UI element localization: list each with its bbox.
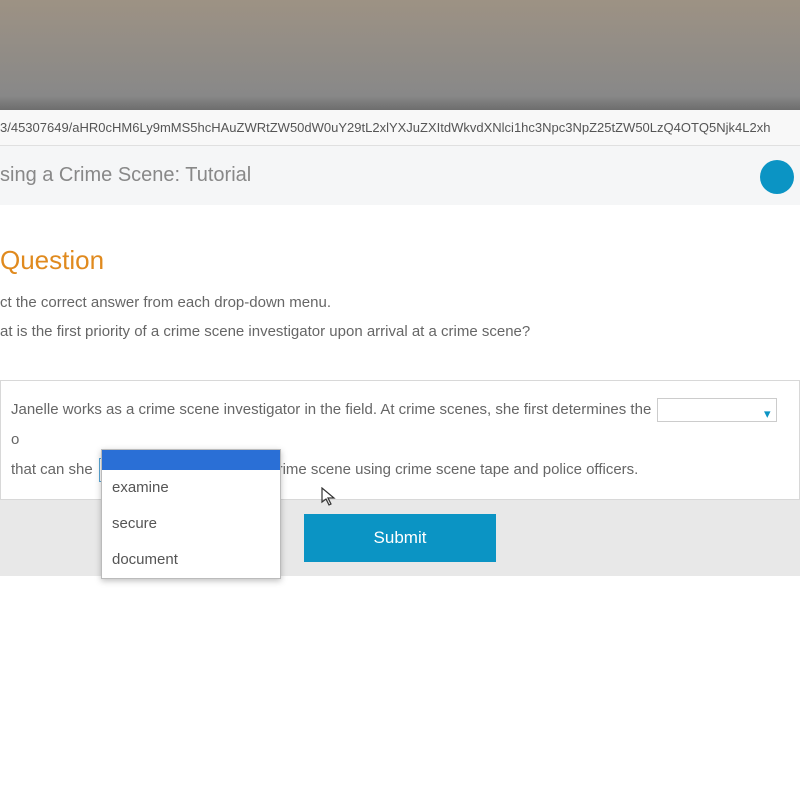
submit-button[interactable]: Submit xyxy=(304,514,497,562)
question-text-2: o xyxy=(11,431,19,448)
instruction-text: ct the correct answer from each drop-dow… xyxy=(0,294,800,311)
page-header: sing a Crime Scene: Tutorial xyxy=(0,146,800,205)
question-heading: Question xyxy=(0,245,800,276)
question-text-3: that can she xyxy=(11,461,93,478)
page-title: sing a Crime Scene: Tutorial xyxy=(0,164,251,186)
dropdown-option-selected-blank[interactable] xyxy=(102,450,280,470)
question-text-1: Janelle works as a crime scene investiga… xyxy=(11,401,651,418)
dropdown-option-secure[interactable]: secure xyxy=(102,506,280,542)
url-bar[interactable]: 3/45307649/aHR0cHM6Ly9mMS5hcHAuZWRtZW50d… xyxy=(0,110,800,146)
dropdown-option-document[interactable]: document xyxy=(102,542,280,578)
dropdown-2-list: examine secure document xyxy=(101,449,281,579)
header-circle-icon[interactable] xyxy=(760,160,794,194)
dropdown-1[interactable] xyxy=(657,398,777,422)
prompt-text: at is the first priority of a crime scen… xyxy=(0,323,800,340)
dropdown-option-examine[interactable]: examine xyxy=(102,470,280,506)
question-box: Janelle works as a crime scene investiga… xyxy=(0,380,800,500)
cursor-icon xyxy=(321,487,337,507)
question-text-4: the crime scene using crime scene tape a… xyxy=(245,461,638,478)
